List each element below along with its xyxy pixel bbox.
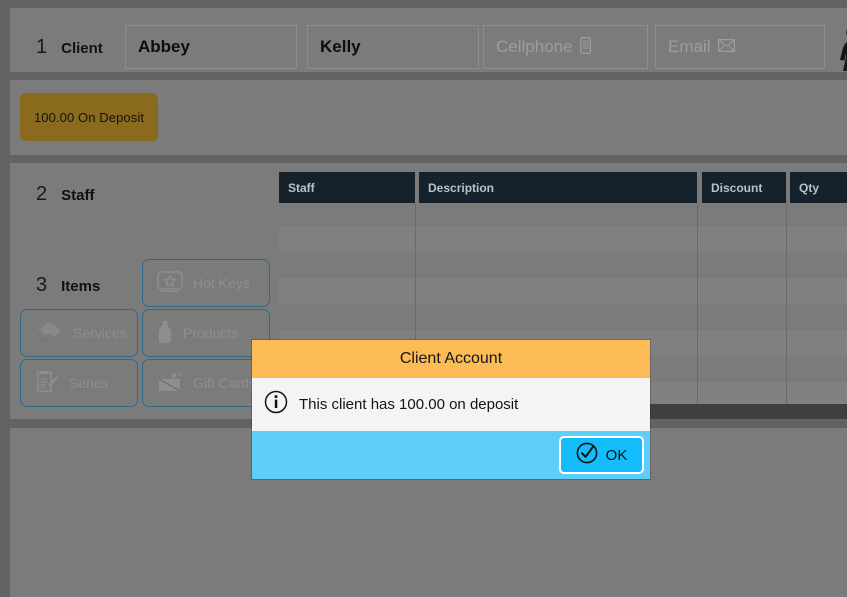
gift-card-icon <box>157 371 183 396</box>
table-header-discount[interactable]: Discount <box>702 172 786 203</box>
phone-icon <box>579 37 591 57</box>
client-first-name-input[interactable]: Abbey <box>125 25 297 69</box>
client-last-name-value: Kelly <box>320 37 361 56</box>
deposit-panel: 100.00 On Deposit <box>10 80 847 155</box>
ok-button-label: OK <box>605 446 628 464</box>
client-panel: 1 Client Abbey Kelly Cellphone Email <box>10 8 847 72</box>
client-cellphone-placeholder: Cellphone <box>496 37 573 56</box>
ok-button[interactable]: OK <box>559 436 644 474</box>
clipboard-pencil-icon <box>35 370 59 397</box>
services-label: Services <box>73 325 127 341</box>
staff-step-header: 2 Staff <box>36 183 94 206</box>
client-email-input[interactable]: Email <box>655 25 825 69</box>
table-row[interactable] <box>279 278 847 304</box>
client-step-number: 1 <box>36 36 48 58</box>
items-step-number: 3 <box>36 274 48 296</box>
dialog-title: Client Account <box>252 340 650 378</box>
check-circle-icon <box>576 442 598 468</box>
client-cellphone-input[interactable]: Cellphone <box>483 25 648 69</box>
star-box-icon <box>157 270 183 296</box>
on-deposit-badge[interactable]: 100.00 On Deposit <box>20 93 158 141</box>
envelope-icon <box>717 38 735 55</box>
series-button[interactable]: Series <box>20 359 138 407</box>
series-label: Series <box>69 375 109 391</box>
products-button[interactable]: Products <box>142 309 270 357</box>
column-separator <box>697 203 698 404</box>
dialog-footer: OK <box>252 431 650 479</box>
staff-step-number: 2 <box>36 183 48 205</box>
items-step-label: Items <box>61 278 101 295</box>
hot-keys-button[interactable]: Hot Keys <box>142 259 270 307</box>
services-button[interactable]: Services <box>20 309 138 357</box>
gift-cards-button[interactable]: Gift Cards <box>142 359 270 407</box>
client-step-label: Client <box>61 40 103 57</box>
dialog-body: This client has 100.00 on deposit <box>252 378 650 431</box>
items-step-header: 3 Items <box>36 274 100 297</box>
dialog-message: This client has 100.00 on deposit <box>299 396 519 413</box>
column-separator <box>786 203 787 404</box>
table-header-staff[interactable]: Staff <box>279 172 415 203</box>
bottle-icon <box>157 320 173 347</box>
female-person-icon[interactable] <box>836 24 847 74</box>
info-circle-icon <box>264 390 288 419</box>
hot-keys-label: Hot Keys <box>193 275 250 291</box>
table-header-description[interactable]: Description <box>419 172 697 203</box>
table-header-qty[interactable]: Qty <box>790 172 847 203</box>
client-last-name-input[interactable]: Kelly <box>307 25 479 69</box>
products-label: Products <box>183 325 239 341</box>
hands-icon <box>35 321 63 346</box>
client-step-header: 1 Client <box>36 36 103 59</box>
client-account-dialog: Client Account This client has 100.00 on… <box>252 340 650 479</box>
staff-step-label: Staff <box>61 187 95 204</box>
gift-cards-label: Gift Cards <box>193 375 257 391</box>
table-row[interactable] <box>279 226 847 252</box>
client-first-name-value: Abbey <box>138 37 190 56</box>
client-email-placeholder: Email <box>668 37 711 56</box>
